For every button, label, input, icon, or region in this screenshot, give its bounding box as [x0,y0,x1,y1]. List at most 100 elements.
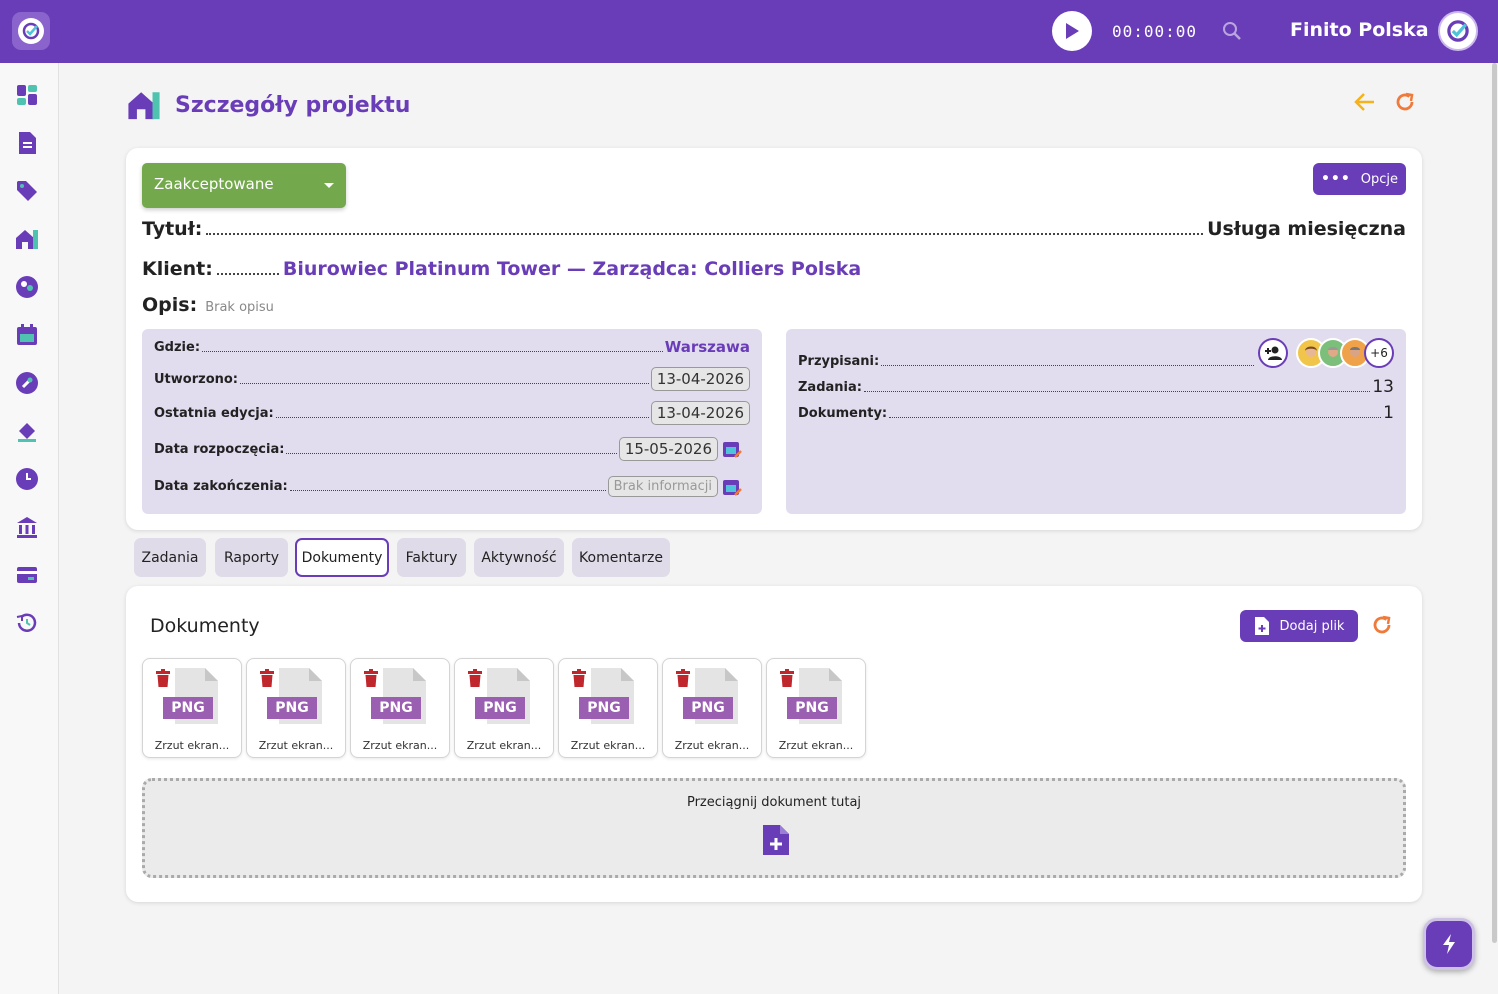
end-date-label: Data zakończenia: [154,479,288,494]
clients-icon [16,276,38,298]
trash-icon[interactable] [467,669,483,687]
description-label: Opis: [142,294,198,316]
add-person-icon [1265,346,1282,360]
page-scrollbar[interactable] [1492,63,1497,943]
tab-raporty[interactable]: Raporty [215,538,288,577]
sidebar [0,63,59,994]
options-button[interactable]: ••• Opcje [1313,163,1406,195]
company-name[interactable]: Finito Polska [1290,19,1429,41]
dashboard-icon [17,85,37,105]
sidebar-item-projects[interactable] [13,225,41,253]
sidebar-item-clients[interactable] [13,273,41,301]
dotted-leader [240,382,649,384]
play-icon [1066,23,1079,39]
sidebar-item-materials[interactable] [13,417,41,445]
start-date-label: Data rozpoczęcia: [154,441,285,457]
sidebar-item-tags[interactable] [13,177,41,205]
file-name: Zrzut ekran... [466,739,542,752]
dotted-leader [206,233,1204,235]
calendar-edit-icon[interactable] [722,439,742,459]
card-icon [17,567,37,583]
sidebar-item-documents[interactable] [13,129,41,157]
trash-icon[interactable] [571,669,587,687]
sidebar-item-dashboard[interactable] [13,81,41,109]
calendar-edit-icon[interactable] [722,477,742,497]
dotted-leader [202,350,663,352]
document-tile[interactable]: PNG Zrzut ekran... [454,658,554,758]
document-dropzone[interactable]: Przeciągnij dokument tutaj [142,778,1406,878]
tab-aktywnosc[interactable]: Aktywność [474,538,564,577]
file-extension-badge: PNG [371,697,421,719]
tab-zadania[interactable]: Zadania [134,538,206,577]
file-extension-badge: PNG [787,697,837,719]
trash-icon[interactable] [363,669,379,687]
user-avatar[interactable] [1438,11,1478,51]
tasks-label: Zadania: [798,379,862,395]
end-date-value[interactable]: Brak informacji [607,476,718,497]
description-value: Brak opisu [205,300,274,315]
trash-icon[interactable] [779,669,795,687]
file-name: Zrzut ekran... [674,739,750,752]
projects-icon [128,92,160,120]
tasks-row: Zadania: 13 [798,377,1394,397]
document-tile[interactable]: PNG Zrzut ekran... [246,658,346,758]
edited-label: Ostatnia edycja: [154,405,274,421]
sidebar-item-finance[interactable] [13,513,41,541]
project-info-panel: Gdzie: Warszawa Utworzono: 13-04-2026 Os… [142,329,762,514]
start-date-value[interactable]: 15-05-2026 [618,437,718,461]
page-title: Szczegóły projektu [175,92,411,118]
app-logo[interactable] [12,12,50,50]
dotted-leader [216,273,279,275]
dotted-leader [863,390,1371,392]
dotted-leader [275,416,649,418]
tab-komentarze[interactable]: Komentarze [572,538,670,577]
timer-display: 00:00:00 [1112,22,1198,41]
trash-icon[interactable] [675,669,691,687]
back-button[interactable] [1354,92,1376,116]
file-add-icon [1254,617,1269,635]
where-value[interactable]: Warszawa [665,338,750,356]
more-assignees-badge[interactable]: +6 [1364,338,1394,368]
check-logo-icon [18,18,44,44]
end-date-row: Data zakończenia: Brak informacji [154,476,750,497]
file-extension-badge: PNG [163,697,213,719]
document-tile[interactable]: PNG Zrzut ekran... [766,658,866,758]
tasks-count: 13 [1372,377,1394,397]
paint-bucket-icon [18,423,36,442]
page-header: Szczegóły projektu [125,88,410,122]
add-file-button[interactable]: Dodaj plik [1240,610,1358,642]
add-person-button[interactable] [1258,338,1288,368]
search-icon[interactable] [1222,21,1242,45]
sidebar-item-time[interactable] [13,465,41,493]
timer-play-button[interactable] [1052,11,1092,51]
trash-icon[interactable] [155,669,171,687]
sidebar-item-calendar[interactable] [13,321,41,349]
sidebar-item-payments[interactable] [13,561,41,589]
tab-dokumenty[interactable]: Dokumenty [295,538,389,577]
status-dropdown[interactable]: Zaakceptowane [142,163,346,208]
calendar-icon [17,324,37,345]
tab-faktury[interactable]: Faktury [397,538,466,577]
arrow-left-icon [1354,93,1374,111]
documents-label: Dokumenty: [798,405,888,421]
start-date-row: Data rozpoczęcia: 15-05-2026 [154,437,750,461]
client-link[interactable]: Biurowiec Platinum Tower — Zarządca: Col… [283,258,861,280]
sidebar-item-service[interactable] [13,369,41,397]
document-tile[interactable]: PNG Zrzut ekran... [558,658,658,758]
refresh-documents-button[interactable] [1371,614,1393,640]
chevron-down-icon [324,183,334,188]
created-row: Utworzono: 13-04-2026 [154,367,750,391]
dotted-leader [286,452,617,454]
client-label: Klient: [142,258,213,280]
title-row: Tytuł: Usługa miesięczna [142,218,1406,240]
trash-icon[interactable] [259,669,275,687]
sidebar-item-history[interactable] [13,609,41,637]
edited-date: 13-04-2026 [650,401,750,425]
client-row: Klient: Biurowiec Platinum Tower — Zarzą… [142,258,1406,280]
document-tile[interactable]: PNG Zrzut ekran... [350,658,450,758]
document-tile[interactable]: PNG Zrzut ekran... [142,658,242,758]
refresh-button[interactable] [1394,91,1416,117]
quick-action-button[interactable] [1423,918,1475,970]
file-extension-badge: PNG [579,697,629,719]
document-tile[interactable]: PNG Zrzut ekran... [662,658,762,758]
